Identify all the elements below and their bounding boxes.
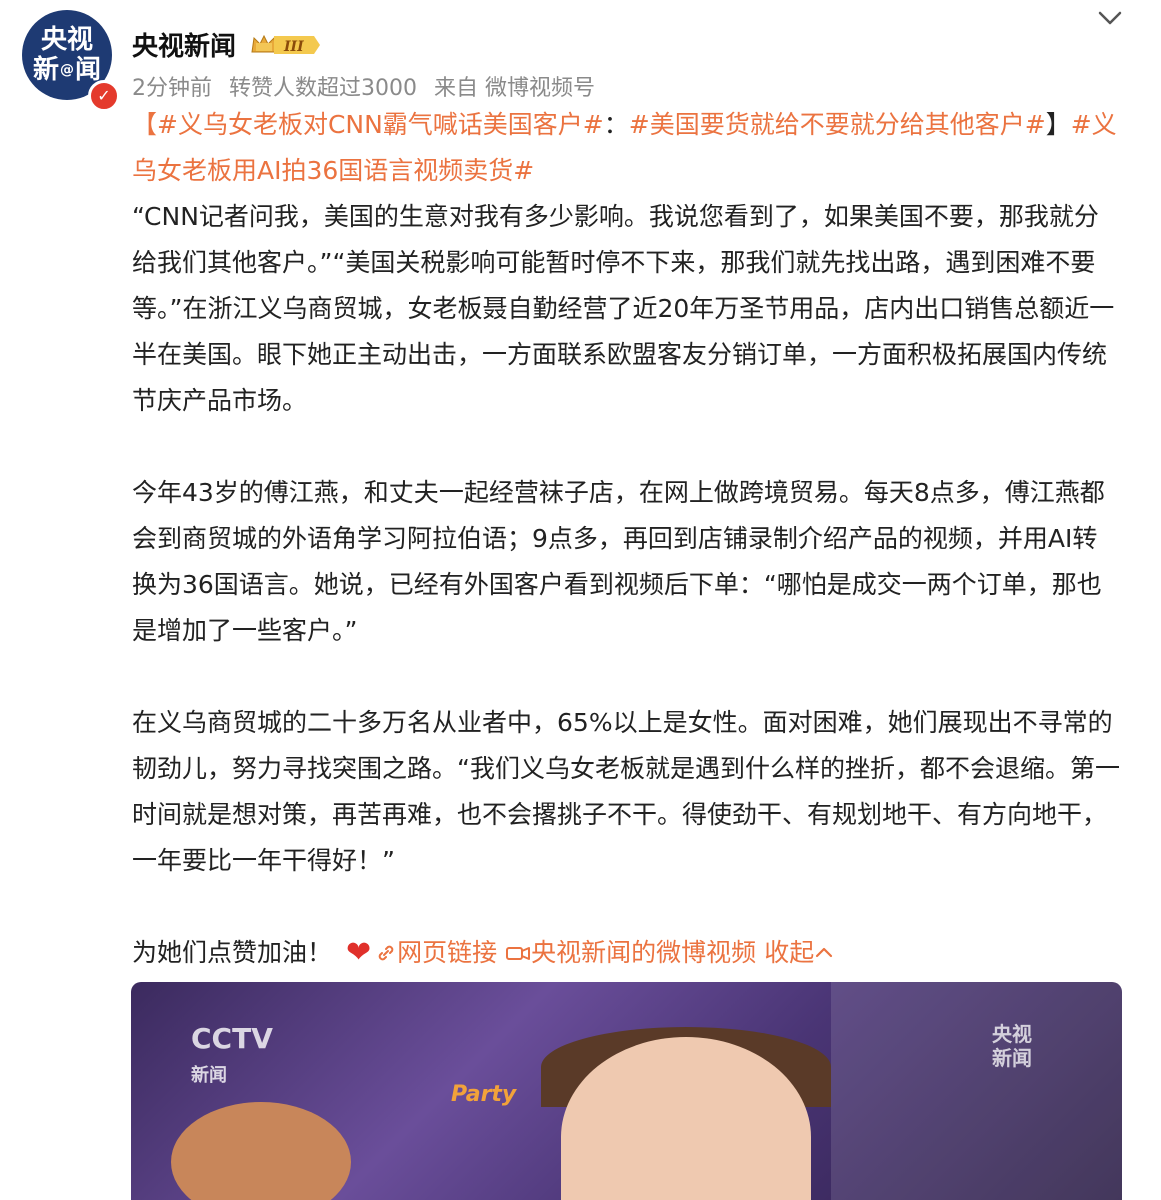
- video-camera-icon: [506, 947, 531, 960]
- heart-icon: ❤: [346, 935, 372, 970]
- hashtag-link[interactable]: #美国要货就给不要就分给其他客户#: [629, 110, 1046, 139]
- post-cta-row: 为她们点赞加油！ ❤ 网页链接 央视新闻的微博视频 收起: [132, 930, 1122, 976]
- post-body: 【#义乌女老板对CNN霸气喊话美国客户#：#美国要货就给不要就分给其他客户#】#…: [132, 102, 1122, 976]
- web-link[interactable]: 网页链接: [375, 930, 497, 976]
- pumpkin-mask-image: [171, 1102, 351, 1200]
- avatar-text-top: 央视: [40, 25, 93, 55]
- hashtag-line: 【#义乌女老板对CNN霸气喊话美国客户#：#美国要货就给不要就分给其他客户#】#…: [132, 102, 1122, 194]
- post-shares-count: 转赞人数超过3000: [229, 76, 417, 101]
- cta-text: 为她们点赞加油！: [132, 938, 333, 967]
- account-name[interactable]: 央视新闻: [132, 26, 236, 63]
- hashtag-separator: 】: [1045, 110, 1071, 139]
- hashtag-separator: ：: [603, 110, 629, 139]
- watermark-line1: 央视: [992, 1022, 1032, 1046]
- chevron-down-icon[interactable]: [1096, 8, 1124, 28]
- video-player[interactable]: CCTV 新闻 Party 央视 新闻: [131, 982, 1122, 1200]
- cctv-logo: CCTV 新闻: [191, 1022, 273, 1088]
- cctv-news-watermark: 央视 新闻: [992, 1022, 1032, 1070]
- cctv-logo-sub: 新闻: [191, 1065, 227, 1086]
- chevron-up-icon: [816, 947, 833, 958]
- avatar-at-symbol: @: [60, 62, 74, 78]
- cctv-logo-text: CCTV: [191, 1022, 273, 1055]
- hashtag-link[interactable]: 【#义乌女老板对CNN霸气喊话美国客户#: [132, 110, 604, 139]
- video-link[interactable]: 央视新闻的微博视频: [505, 930, 756, 976]
- post-paragraph-1: “CNN记者问我，美国的生意对我有多少影响。我说您看到了，如果美国不要，那我就分…: [132, 202, 1115, 415]
- avatar-text-char1: 新: [32, 55, 59, 85]
- video-link-label: 央视新闻的微博视频: [531, 938, 757, 967]
- video-background-shelf: [831, 982, 1122, 1200]
- collapse-label: 收起: [764, 938, 815, 967]
- post-paragraph-2: 今年43岁的傅江燕，和丈夫一起经营袜子店，在网上做跨境贸易。每天8点多，傅江燕都…: [132, 478, 1105, 645]
- post-source[interactable]: 来自 微博视频号: [434, 76, 595, 101]
- member-crown-badge-icon[interactable]: III: [250, 32, 320, 58]
- verified-icon: ✓: [88, 80, 120, 112]
- member-level-text: III: [283, 39, 304, 55]
- web-link-label: 网页链接: [397, 938, 498, 967]
- post-paragraph-3: 在义乌商贸城的二十多万名从业者中，65%以上是女性。面对困难，她们展现出不寻常的…: [132, 708, 1120, 875]
- avatar-text-bottom: 新 @ 闻: [33, 55, 101, 85]
- link-icon: [378, 945, 394, 961]
- watermark-line2: 新闻: [992, 1046, 1032, 1070]
- party-sign: Party: [451, 1082, 517, 1107]
- post-time: 2分钟前: [132, 76, 212, 101]
- post-meta: 2分钟前 转赞人数超过3000 来自 微博视频号: [132, 70, 605, 102]
- collapse-button[interactable]: 收起: [764, 930, 834, 976]
